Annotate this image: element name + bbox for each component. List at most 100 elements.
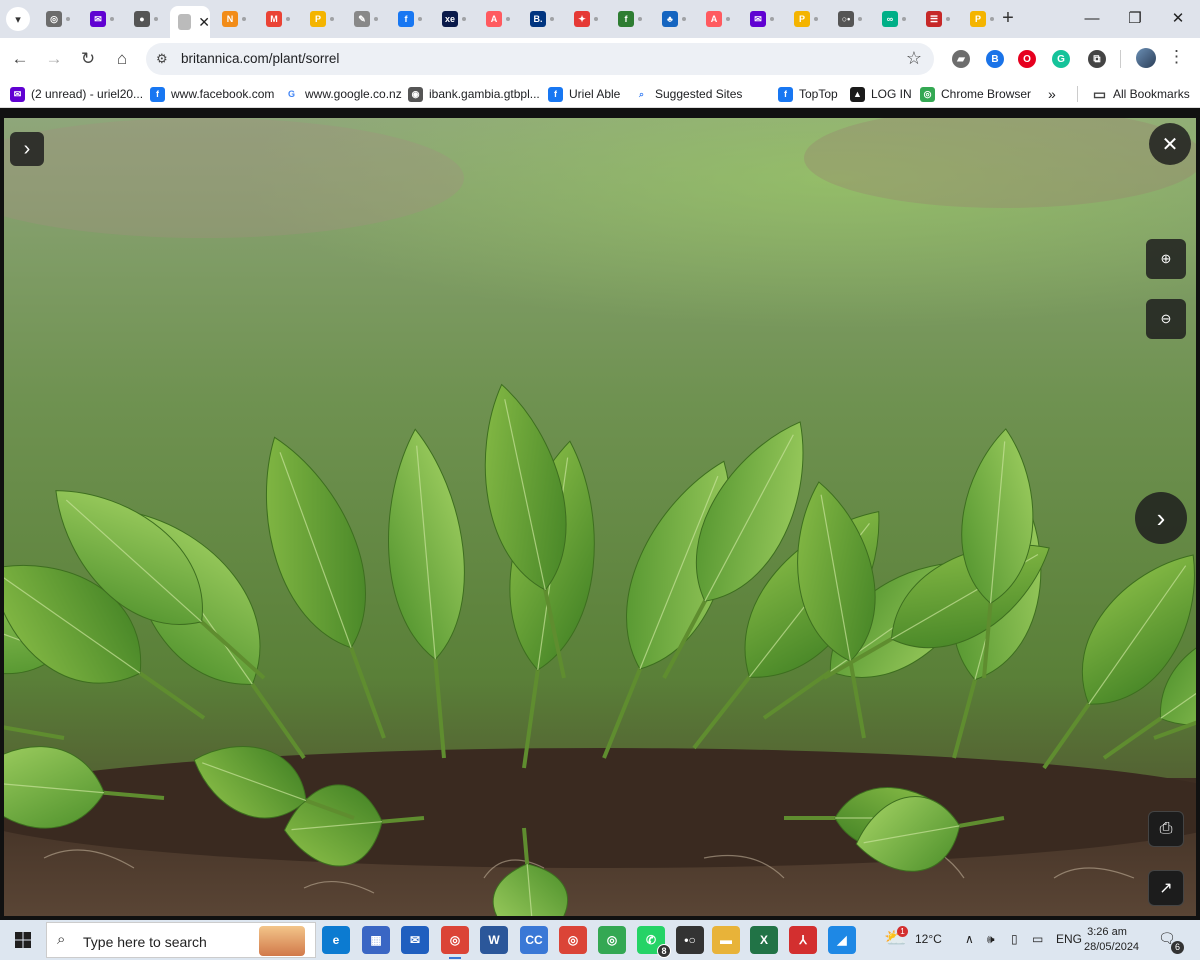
- cast-icon[interactable]: ▰: [952, 50, 970, 68]
- tab-close-icon[interactable]: ✕: [198, 14, 210, 31]
- browser-tab[interactable]: M: [258, 6, 300, 32]
- photos-icon[interactable]: ◢: [828, 926, 856, 954]
- home-button[interactable]: ⌂: [110, 47, 134, 71]
- browser-tab[interactable]: ●: [126, 6, 168, 32]
- chrome-icon: ◎: [46, 11, 62, 27]
- restore-button[interactable]: ❐: [1113, 6, 1157, 32]
- volume-icon[interactable]: 🕪: [987, 932, 995, 947]
- taskbar-search-box[interactable]: ⌕ Type here to search: [46, 922, 316, 958]
- reload-button[interactable]: ↻: [76, 47, 100, 71]
- bookmark-item[interactable]: ⌕ Suggested Sites: [634, 85, 742, 103]
- zoom-in-button[interactable]: ⊕: [1146, 239, 1186, 279]
- browser-tab[interactable]: f: [610, 6, 652, 32]
- bookmark-item[interactable]: ✉ (2 unread) - uriel20...: [10, 85, 143, 103]
- word-icon[interactable]: W: [480, 926, 508, 954]
- app-glyph: ◎: [567, 933, 579, 947]
- forward-button[interactable]: →: [42, 47, 66, 71]
- all-bookmarks-button[interactable]: ▭ All Bookmarks: [1092, 85, 1190, 103]
- bookmark-star-icon[interactable]: ☆: [906, 48, 922, 69]
- tray-overflow-button[interactable]: ∧: [965, 932, 974, 946]
- chrome-icon[interactable]: ◎: [559, 926, 587, 954]
- bookmark-item[interactable]: f Uriel Able: [548, 85, 620, 103]
- browser-tab[interactable]: ✉: [82, 6, 124, 32]
- bookmark-item[interactable]: f www.facebook.com: [150, 85, 274, 103]
- browser-tab[interactable]: ♣: [654, 6, 696, 32]
- opera-icon[interactable]: O: [1018, 50, 1036, 68]
- bookmarks-overflow-button[interactable]: »: [1048, 85, 1056, 103]
- whatsapp-icon[interactable]: ✆ 8: [637, 926, 671, 958]
- puzzle-icon[interactable]: ⧉: [1088, 50, 1106, 68]
- browser-toolbar: ← → ↻ ⌂ ⚙ britannica.com/plant/sorrel ☆ …: [0, 38, 1200, 80]
- profile-avatar[interactable]: [1136, 48, 1156, 68]
- collapse-panel-button[interactable]: ›: [10, 132, 44, 166]
- dots-icon[interactable]: •○: [676, 926, 704, 954]
- browser-tab[interactable]: ∞: [874, 6, 916, 32]
- toolbar-divider: [1120, 50, 1121, 68]
- site-info-icon[interactable]: ⚙: [156, 51, 168, 67]
- browser-tab[interactable]: ✉: [742, 6, 784, 32]
- browser-tab[interactable]: P: [302, 6, 344, 32]
- tab-indicator: [638, 17, 642, 21]
- bookmark-item[interactable]: ▲ LOG IN: [850, 85, 912, 103]
- all-bookmarks-label: All Bookmarks: [1113, 87, 1190, 101]
- app-glyph: •○: [684, 933, 696, 947]
- back-button[interactable]: ←: [8, 47, 32, 71]
- chrome-icon[interactable]: ◎: [441, 926, 469, 959]
- browser-tab[interactable]: f: [390, 6, 432, 32]
- browser-tab[interactable]: B.: [522, 6, 564, 32]
- excel-icon[interactable]: X: [750, 926, 778, 954]
- browser-tab[interactable]: ✕: [170, 6, 210, 38]
- globe-icon: ◉: [408, 86, 423, 102]
- bookmark-item[interactable]: Gwww.google.co.nz: [284, 85, 402, 103]
- window-close-button[interactable]: ✕: [1156, 6, 1200, 32]
- browser-tab[interactable]: ◎: [38, 6, 80, 32]
- browser-tab[interactable]: N: [214, 6, 256, 32]
- flag-icon: ☰: [926, 11, 942, 27]
- acrobat-icon[interactable]: ⅄: [789, 926, 817, 954]
- close-viewer-button[interactable]: ✕: [1149, 123, 1191, 165]
- browser-tab[interactable]: A: [478, 6, 520, 32]
- next-image-button[interactable]: ›: [1135, 492, 1187, 544]
- tab-search-button[interactable]: ▾: [6, 7, 30, 31]
- browser-tab[interactable]: A: [698, 6, 740, 32]
- bookmark-item[interactable]: ◎ Chrome Browser: [920, 85, 1031, 103]
- store-icon[interactable]: ▦: [362, 926, 390, 954]
- open-in-new-button[interactable]: ↗: [1148, 870, 1184, 906]
- tab-indicator: [330, 17, 334, 21]
- notification-center-button[interactable]: 🗨 6: [1158, 930, 1184, 954]
- system-clock[interactable]: 3:26 am 28/05/2024: [1084, 925, 1139, 955]
- file-explorer-icon[interactable]: ▬: [712, 926, 740, 954]
- battery-icon[interactable]: ▯: [1011, 932, 1018, 946]
- edge-icon[interactable]: e: [322, 926, 350, 954]
- tab-indicator: [990, 17, 994, 21]
- print-button[interactable]: ⎙: [1148, 811, 1184, 847]
- browser-tab[interactable]: ☰: [918, 6, 960, 32]
- browser-tab[interactable]: ○•: [830, 6, 872, 32]
- address-bar[interactable]: ⚙ britannica.com/plant/sorrel ☆: [146, 43, 934, 75]
- app-glyph: CC: [525, 933, 543, 947]
- browser-tab[interactable]: xe: [434, 6, 476, 32]
- tab-indicator: [770, 17, 774, 21]
- weather-temperature[interactable]: 12°C: [915, 932, 942, 946]
- blue-extension-icon[interactable]: B: [986, 50, 1004, 68]
- url-text[interactable]: britannica.com/plant/sorrel: [181, 51, 339, 66]
- language-indicator[interactable]: ENG: [1056, 932, 1082, 946]
- zoom-out-button[interactable]: ⊖: [1146, 299, 1186, 339]
- mail-icon[interactable]: ✉: [401, 926, 429, 954]
- browser-menu-button[interactable]: ⋮: [1168, 47, 1185, 67]
- browser-tab[interactable]: P: [786, 6, 828, 32]
- bookmark-item[interactable]: ◉ ibank.gambia.gtbpl...: [408, 85, 540, 103]
- minimize-button[interactable]: —: [1070, 6, 1114, 32]
- network-icon[interactable]: ▭: [1032, 932, 1043, 946]
- start-button[interactable]: [0, 920, 46, 960]
- bookmark-item[interactable]: f TopTop: [778, 85, 838, 103]
- calculator-icon[interactable]: CC: [520, 926, 548, 954]
- browser-tab[interactable]: ✦: [566, 6, 608, 32]
- tab-indicator: [682, 17, 686, 21]
- browser-tab[interactable]: ✎: [346, 6, 388, 32]
- new-tab-button[interactable]: +: [996, 7, 1020, 31]
- grammarly-icon[interactable]: G: [1052, 50, 1070, 68]
- chrome-icon[interactable]: ◎: [598, 926, 626, 954]
- sorrel-photo-illustration: [4, 118, 1196, 916]
- app-glyph: ⅄: [799, 933, 807, 947]
